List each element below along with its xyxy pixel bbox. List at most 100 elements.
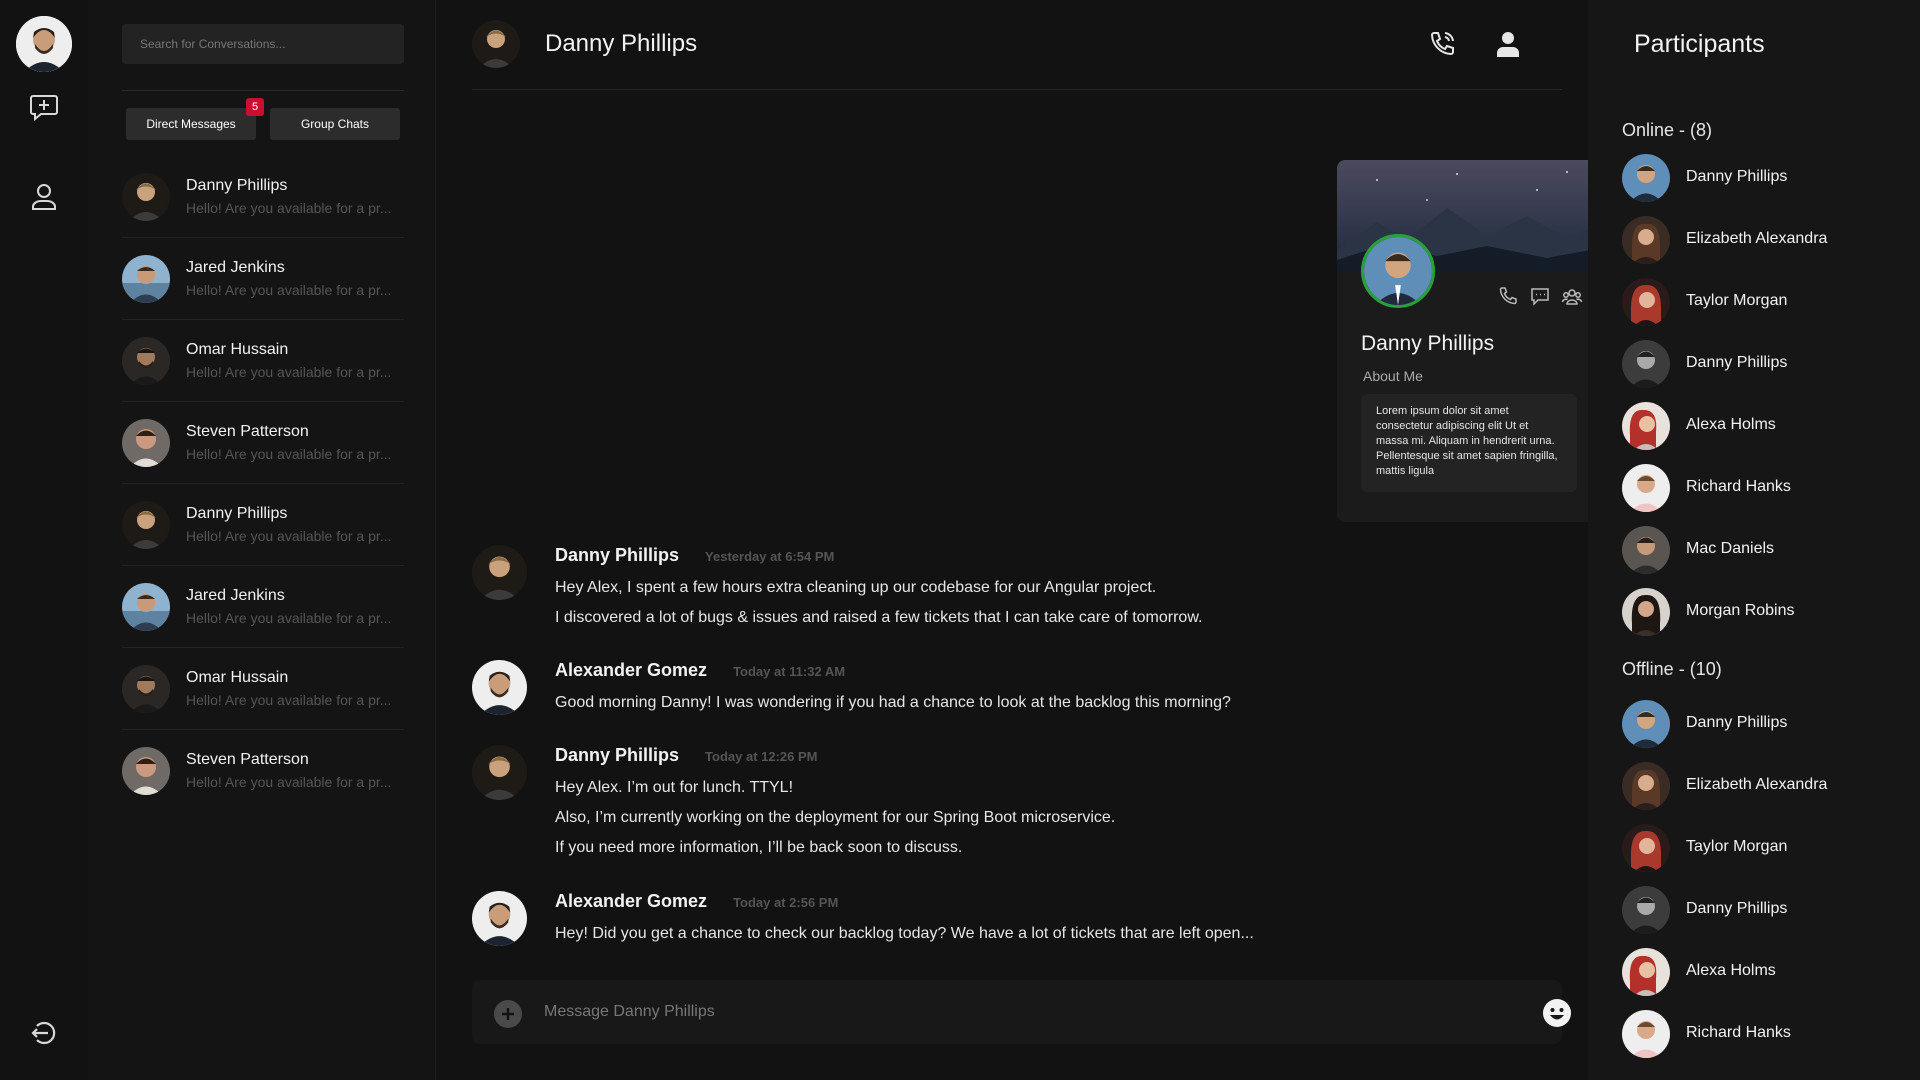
participant-item[interactable]: Elizabeth Alexandra xyxy=(1622,762,1902,812)
conversation-preview: Hello! Are you available for a pr... xyxy=(186,282,392,298)
current-user-avatar[interactable] xyxy=(16,16,72,72)
avatar xyxy=(1622,402,1670,450)
tab-group-chats[interactable]: Group Chats xyxy=(270,108,400,140)
nav-rail xyxy=(0,0,88,1080)
message-composer xyxy=(472,980,1571,1044)
avatar xyxy=(1622,340,1670,388)
message-icon[interactable] xyxy=(1529,285,1551,307)
conversation-name: Omar Hussain xyxy=(186,341,289,358)
header-divider xyxy=(472,89,1562,90)
emoji-button[interactable] xyxy=(1542,998,1572,1028)
phone-call-icon xyxy=(1430,32,1454,56)
profile-name: Danny Phillips xyxy=(1361,332,1495,355)
avatar xyxy=(1622,588,1670,636)
conversation-name: Jared Jenkins xyxy=(186,259,285,276)
conversation-preview: Hello! Are you available for a pr... xyxy=(186,446,392,462)
call-button[interactable] xyxy=(1424,26,1460,62)
avatar xyxy=(1622,464,1670,512)
participant-item[interactable]: Taylor Morgan xyxy=(1622,824,1902,874)
attach-button[interactable] xyxy=(494,1000,522,1028)
participants-title: Participants xyxy=(1634,30,1765,58)
message-timestamp: Today at 11:32 AM xyxy=(733,664,846,679)
conversation-item[interactable]: Omar Hussain Hello! Are you available fo… xyxy=(122,320,404,402)
conversation-preview: Hello! Are you available for a pr... xyxy=(186,364,392,380)
user-icon xyxy=(32,184,56,210)
avatar xyxy=(122,173,170,221)
divider xyxy=(122,90,404,91)
avatar xyxy=(1622,886,1670,934)
participant-name: Alexa Holms xyxy=(1686,962,1776,979)
conversation-item[interactable]: Steven Patterson Hello! Are you availabl… xyxy=(122,402,404,484)
new-chat-button[interactable] xyxy=(24,86,64,126)
about-text: Lorem ipsum dolor sit amet consectetur a… xyxy=(1361,394,1577,492)
participant-item[interactable]: Danny Phillips xyxy=(1622,154,1902,204)
user-profile-button[interactable] xyxy=(1490,26,1526,62)
conversation-item[interactable]: Danny Phillips Hello! Are you available … xyxy=(122,484,404,566)
participant-name: Taylor Morgan xyxy=(1686,292,1788,309)
conversation-preview: Hello! Are you available for a pr... xyxy=(186,692,392,708)
conversation-item[interactable]: Omar Hussain Hello! Are you available fo… xyxy=(122,648,404,730)
message-timestamp: Yesterday at 6:54 PM xyxy=(705,549,835,564)
participant-item[interactable]: Alexa Holms xyxy=(1622,402,1902,452)
person-icon xyxy=(1497,32,1519,57)
profile-button[interactable] xyxy=(24,176,64,216)
conversation-name: Danny Phillips xyxy=(186,177,288,194)
participant-item[interactable]: Danny Phillips xyxy=(1622,886,1902,936)
avatar xyxy=(1622,762,1670,810)
chat-header-avatar[interactable] xyxy=(472,20,520,68)
about-label: About Me xyxy=(1363,368,1423,384)
conversation-item[interactable]: Jared Jenkins Hello! Are you available f… xyxy=(122,238,404,320)
participant-item[interactable]: Elizabeth Alexandra xyxy=(1622,216,1902,266)
participant-name: Morgan Robins xyxy=(1686,602,1795,619)
participants-panel: Participants Online - (8) Danny Phillips… xyxy=(1588,0,1920,1080)
emoji-icon xyxy=(1543,999,1571,1027)
message-timestamp: Today at 2:56 PM xyxy=(733,895,839,910)
logout-button[interactable] xyxy=(24,1013,64,1053)
search-input[interactable] xyxy=(122,24,404,64)
group-icon[interactable] xyxy=(1561,285,1583,307)
profile-card: Danny Phillips About Me Lorem ipsum dolo… xyxy=(1337,160,1601,522)
message-input[interactable] xyxy=(544,992,1444,1032)
participant-item[interactable]: Richard Hanks xyxy=(1622,464,1902,514)
avatar xyxy=(1622,700,1670,748)
message-text: Hey Alex. I’m out for lunch. TTYL! xyxy=(555,779,794,796)
chat-title: Danny Phillips xyxy=(545,30,698,57)
conversation-preview: Hello! Are you available for a pr... xyxy=(186,528,392,544)
participant-item[interactable]: Danny Phillips xyxy=(1622,700,1902,750)
participant-name: Danny Phillips xyxy=(1686,168,1788,185)
avatar xyxy=(1622,526,1670,574)
participant-name: Danny Phillips xyxy=(1686,900,1788,917)
avatar xyxy=(472,745,527,800)
message-sender: Danny Phillips xyxy=(555,545,680,565)
avatar xyxy=(122,255,170,303)
conversation-name: Steven Patterson xyxy=(186,423,309,440)
message-sender: Alexander Gomez xyxy=(555,891,708,911)
participant-item[interactable]: Mac Daniels xyxy=(1622,526,1902,576)
participant-name: Richard Hanks xyxy=(1686,1024,1791,1041)
conversation-item[interactable]: Jared Jenkins Hello! Are you available f… xyxy=(122,566,404,648)
message-sender: Danny Phillips xyxy=(555,745,680,765)
participant-item[interactable]: Taylor Morgan xyxy=(1622,278,1902,328)
logout-icon xyxy=(31,1021,56,1045)
participant-item[interactable]: Richard Hanks xyxy=(1622,1010,1902,1060)
message-text: Also, I’m currently working on the deplo… xyxy=(555,809,1116,826)
plus-icon xyxy=(502,1008,514,1020)
avatar xyxy=(1622,278,1670,326)
tab-label: Direct Messages xyxy=(146,117,236,131)
participant-item[interactable]: Morgan Robins xyxy=(1622,588,1902,638)
avatar xyxy=(122,501,170,549)
tab-direct-messages[interactable]: Direct Messages 5 xyxy=(126,98,264,140)
unread-badge: 5 xyxy=(246,98,264,116)
phone-icon[interactable] xyxy=(1497,285,1519,307)
conversation-item[interactable]: Danny Phillips Hello! Are you available … xyxy=(122,156,404,238)
conversation-preview: Hello! Are you available for a pr... xyxy=(186,200,392,216)
conversation-item[interactable]: Steven Patterson Hello! Are you availabl… xyxy=(122,730,404,812)
avatar xyxy=(122,337,170,385)
participant-item[interactable]: Danny Phillips xyxy=(1622,340,1902,390)
participant-name: Mac Daniels xyxy=(1686,540,1775,557)
participant-name: Taylor Morgan xyxy=(1686,838,1788,855)
message-sender: Alexander Gomez xyxy=(555,660,708,680)
avatar xyxy=(122,583,170,631)
participant-name: Elizabeth Alexandra xyxy=(1686,230,1828,247)
participant-item[interactable]: Alexa Holms xyxy=(1622,948,1902,998)
